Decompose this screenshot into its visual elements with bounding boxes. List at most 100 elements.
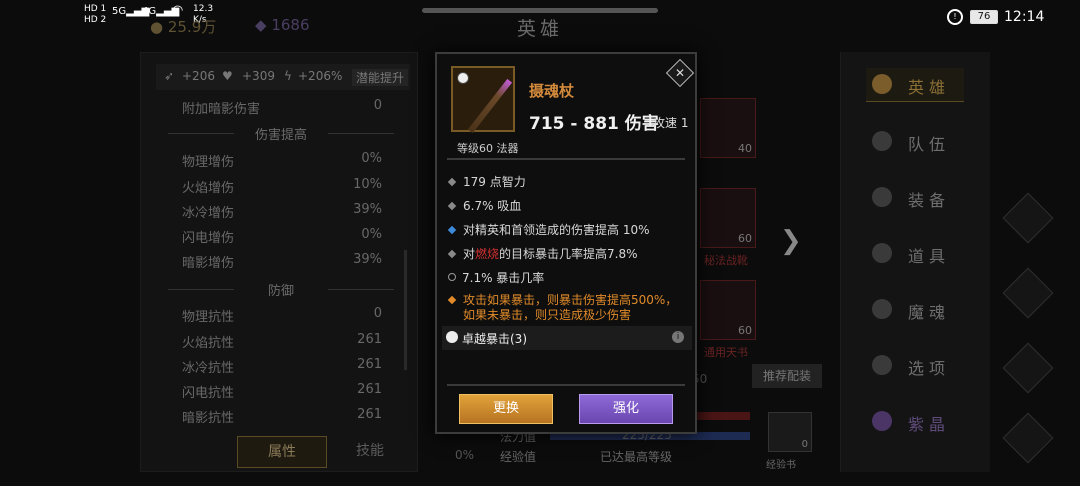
item-tooltip-popup: 摄魂杖 715 - 881 伤害 攻速 1 等级60 法器 ✕ 179 点智力 … [435,52,697,434]
staff-icon [451,66,515,134]
net1-label: 5G [112,6,127,17]
exp-value: 已达最高等级 [600,450,673,464]
affix-text: 对精英和首领造成的伤害提高 10% [463,223,650,237]
gem-value: 1686 [271,16,310,34]
close-icon: ✕ [674,66,686,80]
stat-row: 闪电抗性 261 [182,382,382,401]
recommend-build-button[interactable]: 推荐配装 [752,364,822,388]
gold-counter: ● 25.9万 [150,18,217,36]
bullet-icon [447,249,457,259]
nav-label: 选项 [908,359,951,378]
bonus-strength: +206 [182,69,215,83]
stat-value: 0 [373,98,382,113]
gear-icon [872,355,892,375]
enhance-button[interactable]: 强化 [579,394,673,424]
bonus-health: +309 [242,69,275,83]
stat-row: 暗影抗性 261 [182,407,382,426]
speed-value: 12.3 [193,4,214,14]
scrollbar[interactable] [404,250,407,370]
affix-text: 对 [463,247,476,261]
exp-book-icon[interactable]: 0 [768,412,812,452]
nav-items[interactable]: 道具 [866,237,964,271]
stat-row: 闪电增伤 0% [182,227,382,246]
stat-value: 10% [353,177,382,192]
affix-text: 179 点智力 [463,175,526,189]
flame-icon [872,299,892,319]
nav-options[interactable]: 选项 [866,349,964,383]
percent-label: 0% [455,448,475,462]
exp-label: 经验值 [500,450,537,464]
equip-slot[interactable]: 40 [700,98,756,158]
bonus-bar: ➶ +206 ♥ +309 ϟ +206% 潜能提升 [156,64,410,90]
stat-label: 暗影增伤 [182,256,235,271]
nav-team[interactable]: 队伍 [866,125,964,159]
exp-book-label: 经验书 [766,460,796,471]
bullet-icon [447,201,457,211]
equip-slot[interactable]: 60 [700,280,756,340]
tab-skills[interactable]: 技能 [330,436,410,468]
item-name: 摄魂杖 [529,82,575,100]
chevron-right-icon[interactable]: ❯ [780,226,802,256]
nav-label: 道具 [908,247,951,266]
stat-value: 261 [357,332,382,347]
amethyst-icon [872,411,892,431]
stat-value: 261 [357,382,382,397]
stat-label: 物理增伤 [182,155,235,170]
stat-value: 0% [361,227,382,242]
close-button[interactable]: ✕ [665,58,695,88]
info-icon[interactable]: i [672,331,684,343]
potential-button[interactable]: 潜能提升 [352,69,409,86]
bullet-icon [447,295,457,305]
nav-amethyst[interactable]: 紫晶 [866,405,964,439]
slot-level: 60 [738,324,752,337]
burn-keyword: 燃烧 [475,247,500,261]
stat-row: 冰冷抗性 261 [182,357,382,376]
stat-label: 物理抗性 [182,310,235,325]
stat-row: 暗影增伤 39% [182,252,382,271]
nav-soul[interactable]: 魔魂 [866,293,964,327]
stat-value: 0% [361,151,382,166]
slot-label: 秘法战靴 [704,254,748,267]
set-bonus-row[interactable]: 卓越暴击(3) i [442,326,692,350]
stat-label: 火焰抗性 [182,336,235,351]
staff-graphic [467,78,513,134]
set-bonus-label: 卓越暴击(3) [462,332,527,346]
replace-button[interactable]: 更换 [459,394,553,424]
nav-equipment[interactable]: 装备 [866,181,964,215]
affix-row: 6.7% 吸血 [447,197,687,214]
nav-label: 装备 [908,191,951,210]
slot-level: 60 [738,232,752,245]
nav-label: 魔魂 [908,303,951,322]
stat-row: 冰冷增伤 39% [182,202,382,221]
bullet-icon [447,177,457,187]
yin-yang-icon [457,72,469,84]
side-diamond-icon[interactable] [1002,342,1054,394]
gold-value: 25.9万 [167,18,217,36]
sim1-label: HD 1 [84,4,107,14]
side-diamond-icon[interactable] [1002,412,1054,464]
stat-label: 暗影抗性 [182,411,235,426]
stat-label: 闪电增伤 [182,231,235,246]
stat-label: 冰冷增伤 [182,206,235,221]
affix-text: 7.1% 暴击几率 [462,271,545,285]
side-diamond-icon[interactable] [1002,267,1054,319]
section-damage: 伤害提高 [168,124,394,143]
special-affix-text: 攻击如果暴击，则暴击伤害提高500%，如果未暴击，则只造成极少伤害 [463,293,678,322]
stat-row: 附加暗影伤害 0 [182,98,382,117]
bullet-icon [447,225,457,235]
special-affix-row: 攻击如果暴击，则暴击伤害提高500%，如果未暴击，则只造成极少伤害 [447,293,687,323]
side-diamond-icon[interactable] [1002,192,1054,244]
equip-slot[interactable]: 60 [700,188,756,248]
page-title: 英雄 [516,18,563,40]
nav-hero[interactable]: 英雄 [866,68,964,102]
section-defense: 防御 [168,280,394,299]
stat-value: 39% [353,252,382,267]
bag-icon [872,243,892,263]
alarm-icon: ! [947,9,963,25]
stat-row: 火焰抗性 261 [182,332,382,351]
tab-attributes[interactable]: 属性 [237,436,327,468]
affix-row: 对燃烧的目标暴击几率提高7.8% [447,245,687,262]
item-damage: 715 - 881 伤害 [529,114,659,134]
lightning-icon: ϟ [284,69,292,83]
refresh-icon [448,273,456,281]
